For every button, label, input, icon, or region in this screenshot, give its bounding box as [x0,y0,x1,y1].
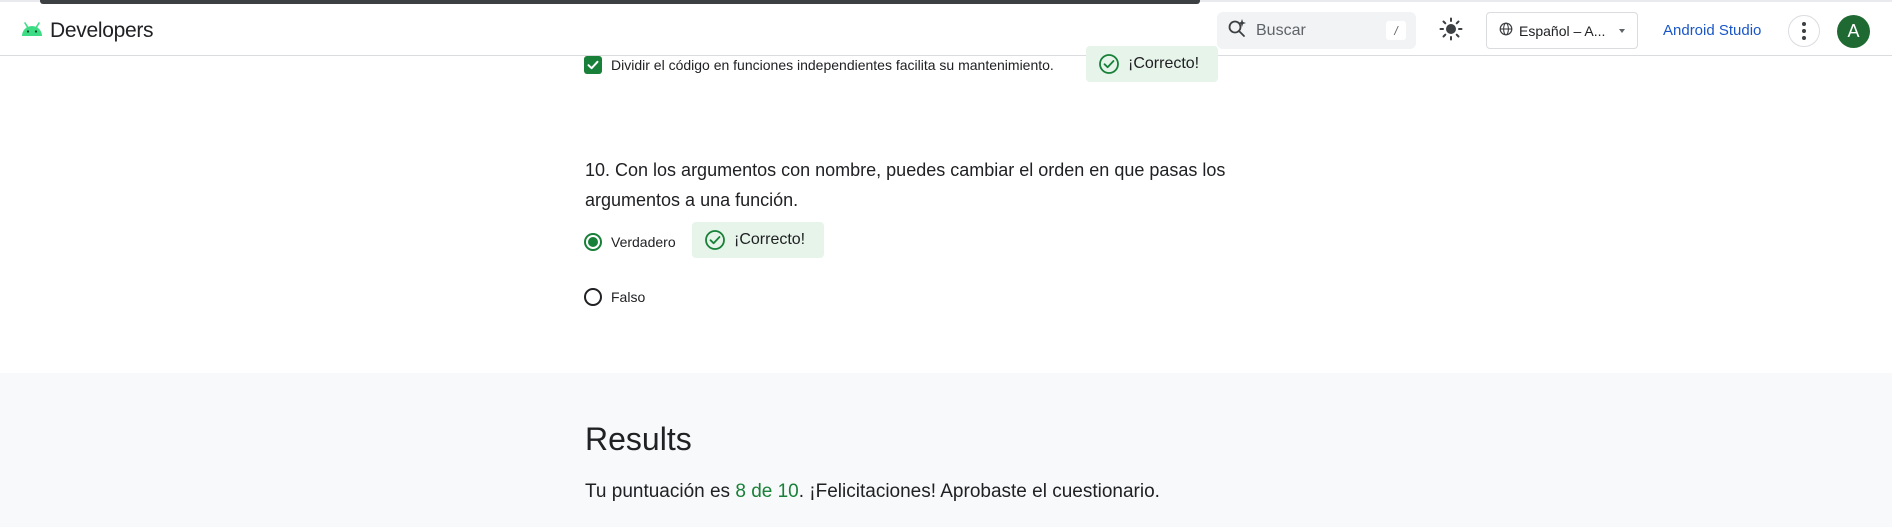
chevron-down-icon [1619,29,1625,33]
radio-unselected[interactable] [584,288,602,306]
results-section: Results Tu puntuación es 8 de 10. ¡Felic… [0,373,1892,527]
more-dot-icon [1802,22,1806,26]
top-nav: Developers Buscar / Español – A... Andro… [0,6,1892,56]
more-dot-icon [1802,36,1806,40]
option-falso[interactable]: Falso [584,288,645,306]
question-title: 10. Con los argumentos con nombre, puede… [585,160,1226,210]
check-icon [587,60,599,70]
radio-dot [588,237,598,247]
more-dot-icon [1802,29,1806,33]
search-shortcut-key: / [1386,21,1406,40]
feedback-text: ¡Correcto! [1128,55,1200,72]
globe-icon [1499,22,1513,39]
language-select[interactable]: Español – A... [1486,12,1638,49]
search-box[interactable]: Buscar / [1217,12,1416,49]
theme-toggle-button[interactable] [1438,17,1464,46]
check-circle-icon [705,230,725,250]
android-studio-link[interactable]: Android Studio [1663,22,1761,39]
option-verdadero[interactable]: Verdadero [584,233,676,251]
android-logo-icon [20,21,44,42]
option-label: Dividir el código en funciones independi… [611,57,1054,73]
score-suffix: . ¡Felicitaciones! Aprobaste el cuestion… [798,481,1160,502]
scroll-indicator [40,0,1200,4]
language-label: Español – A... [1519,22,1606,39]
correct-feedback-badge: ¡Correcto! [692,222,824,258]
checked-checkbox[interactable] [584,56,602,74]
brand-name: Developers [50,19,154,42]
correct-feedback-badge: ¡Correcto! [1086,46,1218,82]
sun-icon [1439,17,1463,46]
radio-selected[interactable] [584,233,602,251]
search-spark-icon [1227,18,1247,43]
score-prefix: Tu puntuación es [585,481,736,502]
checkbox-option[interactable]: Dividir el código en funciones independi… [584,56,1054,74]
check-circle-icon [1099,54,1119,74]
avatar[interactable]: A [1837,15,1870,48]
option-label: Verdadero [611,234,676,250]
feedback-text: ¡Correcto! [734,231,806,248]
option-label: Falso [611,289,646,305]
score-value: 8 de 10 [735,481,799,502]
score-text: Tu puntuación es 8 de 10. ¡Felicitacione… [585,481,1160,503]
developers-logo[interactable]: Developers [20,19,154,43]
search-input[interactable]: Buscar [1256,22,1306,40]
more-options-button[interactable] [1788,15,1820,47]
results-heading: Results [585,421,692,457]
